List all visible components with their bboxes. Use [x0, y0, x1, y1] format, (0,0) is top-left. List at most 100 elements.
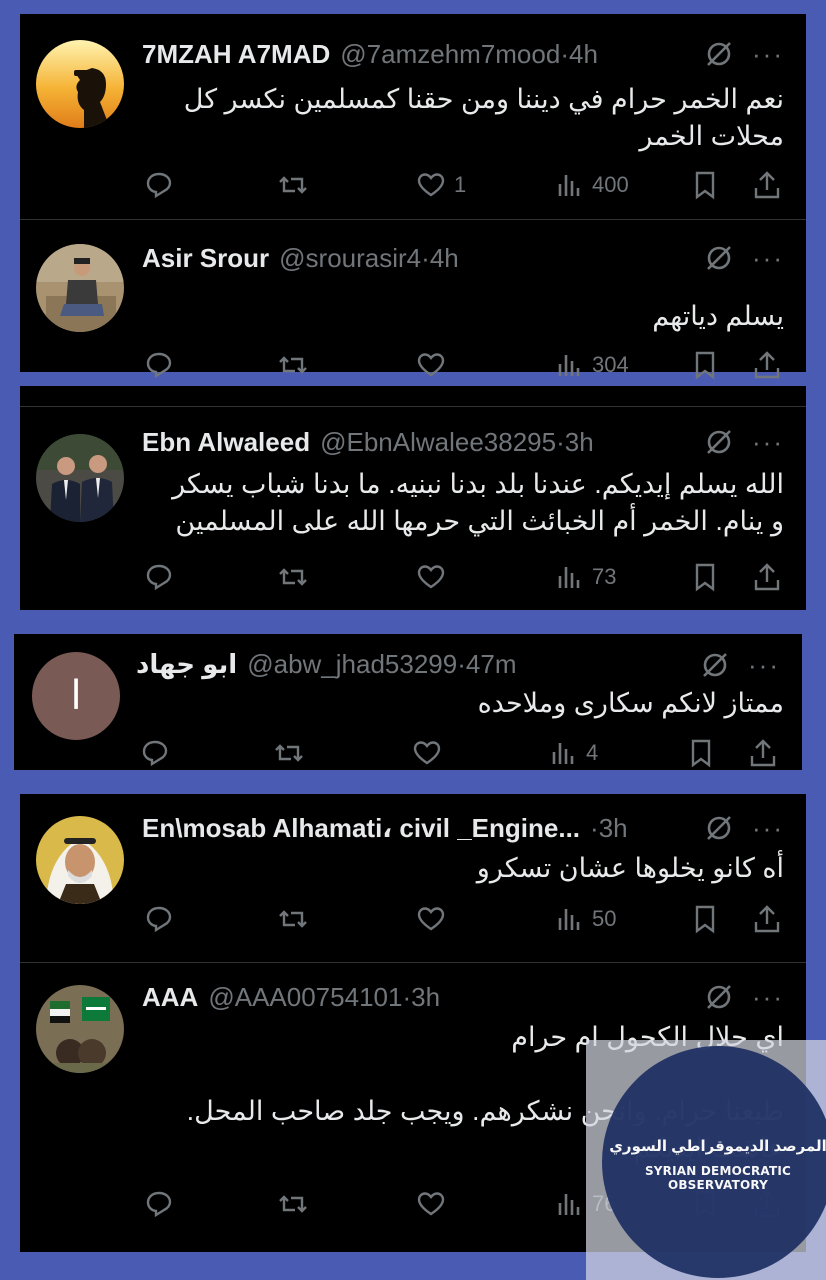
reply-icon — [146, 352, 172, 379]
grok-icon[interactable] — [704, 982, 734, 1012]
tweet-text: يسلم دياتهم — [652, 301, 784, 331]
repost-button[interactable] — [278, 168, 308, 202]
share-button[interactable] — [752, 348, 782, 382]
repost-icon — [279, 356, 307, 374]
view-count: 50 — [592, 906, 617, 931]
avatar-letter: ا — [70, 674, 82, 718]
avatar[interactable] — [36, 244, 124, 332]
more-options-icon[interactable]: ··· — [752, 429, 784, 455]
action-bar: 304 — [20, 348, 806, 382]
views-button[interactable]: 400 — [554, 168, 629, 202]
view-count: 400 — [592, 172, 629, 197]
reply-icon — [146, 564, 172, 591]
repost-button[interactable] — [278, 1187, 308, 1221]
reply-button[interactable] — [144, 168, 174, 202]
more-options-icon[interactable]: ··· — [752, 815, 784, 841]
handle[interactable]: @AAA00754101 — [208, 982, 402, 1012]
like-button[interactable] — [416, 560, 454, 594]
share-button[interactable] — [752, 168, 782, 202]
like-count: 1 — [454, 172, 467, 197]
more-options-icon[interactable]: ··· — [752, 984, 784, 1010]
action-bar: 73 — [20, 560, 806, 594]
share-icon — [750, 739, 776, 767]
bookmark-button[interactable] — [690, 168, 720, 202]
grok-icon[interactable] — [704, 427, 734, 457]
repost-button[interactable] — [278, 348, 308, 382]
more-options-icon[interactable]: ··· — [748, 652, 780, 678]
more-options-icon[interactable]: ··· — [752, 41, 784, 67]
bookmark-button[interactable] — [690, 560, 720, 594]
timestamp[interactable]: 3h — [411, 982, 440, 1012]
more-options-icon[interactable]: ··· — [752, 245, 784, 271]
views-button[interactable]: 73 — [554, 560, 616, 594]
like-button[interactable] — [416, 1187, 454, 1221]
share-button[interactable] — [748, 736, 778, 770]
tweet[interactable]: Asir Srour @srourasir4·4h ··· يسلم دياته… — [20, 220, 806, 380]
bookmark-button[interactable] — [690, 348, 720, 382]
tweet-text: أه كانو يخلوها عشان تسكرو — [476, 853, 784, 883]
repost-icon — [279, 1195, 307, 1213]
timestamp[interactable]: 4h — [430, 243, 459, 273]
avatar[interactable]: ا — [32, 652, 120, 740]
display-name[interactable]: Asir Srour — [142, 243, 269, 274]
avatar[interactable] — [36, 816, 124, 904]
handle[interactable]: @srourasir4 — [279, 243, 421, 273]
tweet[interactable]: ا ابو جهاد @abw_jhad53299·47m ··· ممتاز … — [14, 634, 802, 770]
separator-dot: · — [457, 648, 466, 679]
grok-icon[interactable] — [700, 650, 730, 680]
display-name[interactable]: 7MZAH A7MAD — [142, 39, 330, 70]
reply-button[interactable] — [144, 348, 174, 382]
like-button[interactable] — [416, 348, 454, 382]
display-name[interactable]: AAA — [142, 982, 198, 1013]
repost-button[interactable] — [278, 902, 308, 936]
timestamp[interactable]: 47m — [466, 649, 517, 679]
reply-button[interactable] — [144, 1187, 174, 1221]
views-icon — [558, 909, 580, 930]
display-name[interactable]: En\mosab Alhamati، civil _Engine... — [142, 813, 580, 844]
views-icon — [558, 175, 580, 196]
share-button[interactable] — [752, 560, 782, 594]
timestamp[interactable]: 3h — [599, 813, 628, 843]
like-button[interactable]: 1 — [416, 168, 466, 202]
timestamp[interactable]: 4h — [569, 39, 598, 69]
view-count: 73 — [592, 564, 617, 589]
separator-dot: · — [402, 981, 412, 1012]
avatar[interactable] — [36, 434, 124, 522]
like-button[interactable] — [412, 736, 450, 770]
bookmark-icon — [695, 905, 715, 934]
like-button[interactable] — [416, 902, 454, 936]
handle[interactable]: @EbnAlwalee38295 — [320, 427, 556, 457]
repost-icon — [279, 910, 307, 928]
bookmark-icon — [691, 739, 711, 768]
tweet[interactable]: Ebn Alwaleed @EbnAlwalee38295·3h ··· الل… — [20, 386, 806, 610]
repost-icon — [275, 744, 303, 762]
tweet[interactable]: 7MZAH A7MAD @7amzehm7mood·4h ··· نعم الخ… — [20, 14, 806, 219]
views-button[interactable]: 4 — [548, 736, 598, 770]
action-bar: 4 — [14, 736, 802, 770]
tweet-card: 7MZAH A7MAD @7amzehm7mood·4h ··· نعم الخ… — [20, 14, 806, 380]
bookmark-button[interactable] — [686, 736, 716, 770]
views-button[interactable]: 50 — [554, 902, 616, 936]
avatar[interactable] — [36, 40, 124, 128]
timestamp[interactable]: 3h — [565, 427, 594, 457]
tweet[interactable]: En\mosab Alhamati، civil _Engine... ·3h … — [20, 794, 806, 962]
heart-icon — [417, 173, 445, 197]
handle[interactable]: @abw_jhad53299 — [247, 649, 457, 679]
repost-button[interactable] — [274, 736, 304, 770]
handle[interactable]: @7amzehm7mood — [340, 39, 560, 69]
reply-button[interactable] — [144, 560, 174, 594]
grok-icon[interactable] — [704, 243, 734, 273]
display-name[interactable]: Ebn Alwaleed — [142, 427, 310, 458]
avatar[interactable] — [36, 985, 124, 1073]
view-count: 4 — [586, 740, 599, 765]
separator-dot: · — [556, 426, 565, 457]
reply-button[interactable] — [140, 736, 170, 770]
views-button[interactable]: 304 — [554, 348, 629, 382]
grok-icon[interactable] — [704, 813, 734, 843]
reply-button[interactable] — [144, 902, 174, 936]
display-name[interactable]: ابو جهاد — [136, 649, 237, 680]
share-button[interactable] — [752, 902, 782, 936]
grok-icon[interactable] — [704, 39, 734, 69]
repost-button[interactable] — [278, 560, 308, 594]
bookmark-button[interactable] — [690, 902, 720, 936]
